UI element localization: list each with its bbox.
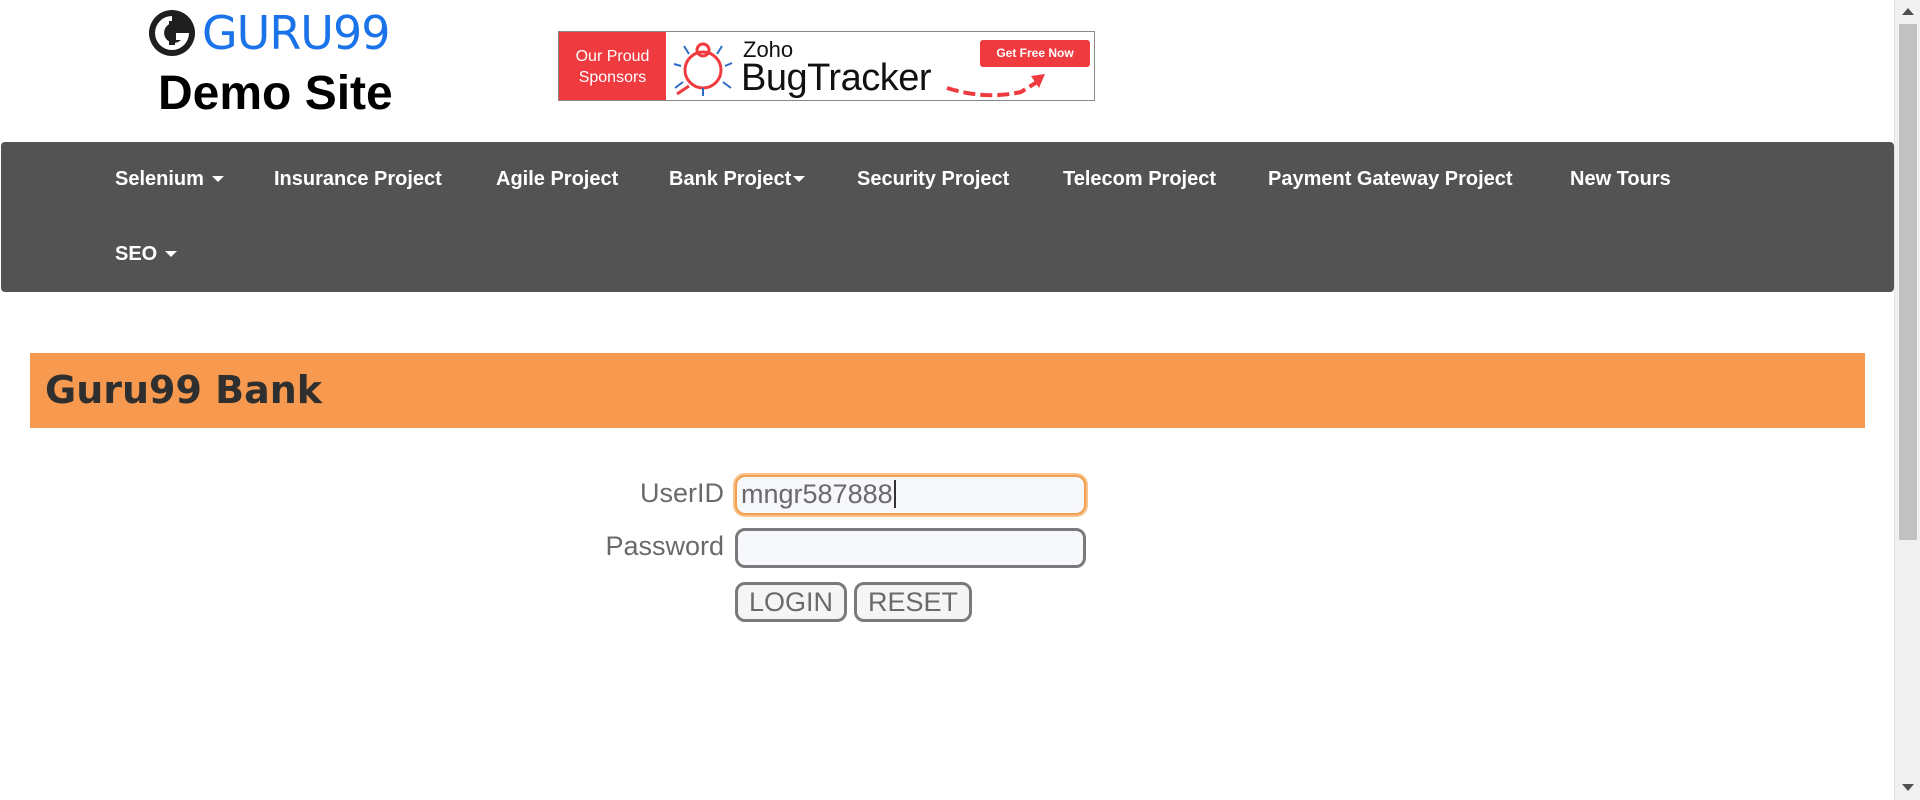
cta-arrow-icon [946,74,1045,98]
nav-item-insurance-project[interactable]: Insurance Project [274,167,442,191]
scrollbar-thumb[interactable] [1899,24,1917,540]
bank-title-bar: Guru99 Bank [30,353,1865,428]
caret-down-icon [165,250,178,257]
sponsor-banner[interactable]: Our Proud Sponsors Zoho BugTracker Get F… [558,31,1095,101]
sponsor-brand-main: BugTracker [741,57,932,99]
nav-item-new-tours[interactable]: New Tours [1570,167,1671,191]
nav-item-label: Security Project [857,168,1010,190]
main-navbar: Selenium Insurance Project Agile Project… [1,142,1894,292]
nav-item-label: Insurance Project [274,168,442,190]
nav-item-label: Payment Gateway Project [1268,168,1513,190]
nav-item-telecom-project[interactable]: Telecom Project [1063,167,1216,191]
nav-item-label: New Tours [1570,168,1671,190]
caret-down-icon [211,175,224,182]
userid-label: UserID [639,478,724,508]
sponsor-label-line1: Our Proud [575,48,650,65]
scroll-up-icon[interactable] [1902,8,1914,15]
caret-down-icon [793,175,806,182]
sponsor-label: Our Proud Sponsors [559,32,666,100]
vertical-scrollbar[interactable] [1894,0,1920,800]
userid-input-value: mngr587888 [741,479,893,509]
site-logo[interactable]: GURU99 Demo Site [148,6,410,120]
nav-item-label: Bank Project [669,168,792,190]
nav-item-security-project[interactable]: Security Project [857,167,1009,191]
page-title: Guru99 Bank [45,368,323,412]
nav-item-label: Telecom Project [1063,168,1217,190]
nav-item-bank-project[interactable]: Bank Project [669,167,806,191]
scroll-down-icon[interactable] [1902,784,1914,791]
logo-row: GURU99 [148,6,390,60]
nav-item-seo[interactable]: SEO [115,242,178,266]
get-free-now-button[interactable]: Get Free Now [980,40,1090,67]
nav-item-label: Selenium [115,168,204,190]
nav-item-selenium[interactable]: Selenium [115,167,224,191]
reset-button[interactable]: RESET [854,582,972,622]
guru99-logo-icon [149,10,195,56]
password-input[interactable] [735,528,1086,568]
logo-text: GURU99 [202,6,390,60]
site-subtitle: Demo Site [158,67,393,120]
site-header: GURU99 Demo Site Our Proud Sponsors Zoho… [0,0,1894,142]
text-cursor [893,480,896,508]
bug-icon [673,42,733,96]
sponsor-label-line2: Sponsors [578,69,647,86]
nav-item-label: SEO [115,243,158,265]
nav-item-agile-project[interactable]: Agile Project [496,167,618,191]
nav-item-label: Agile Project [496,168,619,190]
userid-input[interactable]: mngr587888 [735,475,1086,515]
password-label: Password [605,531,724,561]
nav-item-payment-gateway-project[interactable]: Payment Gateway Project [1268,167,1513,191]
login-button[interactable]: LOGIN [735,582,847,622]
